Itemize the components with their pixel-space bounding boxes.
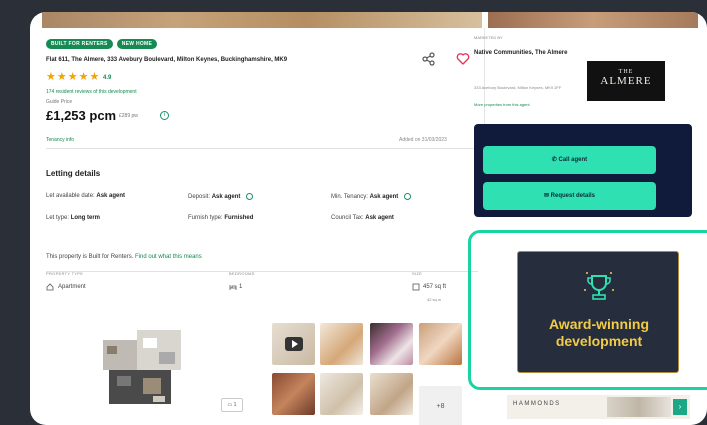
play-icon <box>285 337 303 351</box>
award-line-2: development <box>555 333 643 349</box>
request-details-button[interactable]: ✉ Request details <box>483 182 656 210</box>
ad-arrow-icon[interactable]: › <box>673 399 687 415</box>
built-for-renters-note: This property is Built for Renters. Find… <box>46 254 202 260</box>
agent-address: 333 Avebury Boulevard, Milton Keynes, MK… <box>474 85 562 90</box>
star-icon: ★ <box>89 71 100 83</box>
photo-thumbnail[interactable] <box>272 373 315 415</box>
built-note-text: This property is Built for Renters. <box>46 254 134 260</box>
added-date: Added on 31/03/2023 <box>399 137 447 143</box>
min-tenancy-value: Ask agent <box>369 194 399 201</box>
built-note-link[interactable]: Find out what this means <box>135 254 202 260</box>
divider <box>46 148 478 149</box>
photo-thumbnail[interactable] <box>370 373 413 415</box>
star-icon: ★ <box>78 71 89 83</box>
floorplan-image[interactable] <box>97 330 187 408</box>
floorplan-button[interactable]: ▭ 1 <box>221 398 243 412</box>
trophy-icon <box>584 272 614 300</box>
call-agent-button[interactable]: ✆ Call agent <box>483 146 656 174</box>
call-agent-label: Call agent <box>558 157 588 163</box>
award-banner[interactable]: Award-winning development <box>517 251 679 373</box>
property-address: Flat 611, The Almere, 333 Avebury Boulev… <box>46 57 288 63</box>
size-icon <box>412 283 420 291</box>
photo-thumbnail[interactable] <box>320 373 363 415</box>
photo-thumbnail[interactable] <box>370 323 413 365</box>
contact-box: ✆ Call agent ✉ Request details <box>474 124 692 217</box>
star-icon: ★ <box>56 71 67 83</box>
secondary-photo[interactable] <box>488 12 698 28</box>
marketed-by-label: MARKETED BY <box>474 35 503 40</box>
star-icon: ★ <box>46 71 56 83</box>
price-info-icon[interactable]: i <box>160 111 169 120</box>
tenancy-info-link[interactable]: Tenancy info <box>46 137 74 143</box>
share-icon[interactable] <box>422 52 436 66</box>
council-tax-label: Council Tax: <box>331 215 364 221</box>
property-type-label: PROPERTY TYPE <box>46 271 84 276</box>
furnish-type-label: Furnish type: <box>188 215 223 221</box>
ad-image <box>607 397 671 417</box>
more-properties-link[interactable]: More properties from this agent <box>474 102 530 107</box>
floorplan-icon: ▭ <box>227 402 233 408</box>
award-line-1: Award-winning <box>548 316 650 332</box>
advert-banner[interactable]: HAMMONDS › <box>507 395 690 419</box>
let-type-row: Let type: Long term <box>46 215 100 221</box>
house-icon <box>46 283 54 291</box>
size-value: 457 sq ft <box>423 284 447 290</box>
let-type-label: Let type: <box>46 215 70 221</box>
main-photo[interactable] <box>42 12 482 28</box>
rating-stars: ★ ★ ★ ★ ★ <box>46 72 99 83</box>
floorplan-count: 1 <box>233 402 237 408</box>
star-icon: ★ <box>67 71 78 83</box>
bed-icon <box>229 285 237 290</box>
let-available-row: Let available date: Ask agent <box>46 193 125 199</box>
bedrooms-value: 1 <box>239 284 243 290</box>
request-details-label: Request details <box>550 193 596 199</box>
deposit-info-icon[interactable] <box>246 193 254 200</box>
let-available-value: Ask agent <box>96 193 126 199</box>
property-type-value: Apartment <box>58 284 86 290</box>
size-sub: 42 sq m <box>427 297 442 302</box>
deposit-label: Deposit: <box>188 194 211 201</box>
let-available-label: Let available date: <box>46 193 95 199</box>
agent-logo[interactable]: THE ALMERE <box>587 61 665 101</box>
council-tax-row: Council Tax: Ask agent <box>331 215 394 221</box>
heart-icon[interactable] <box>456 52 470 66</box>
deposit-row: Deposit: Ask agent <box>188 193 254 201</box>
min-tenancy-row: Min. Tenancy: Ask agent <box>331 193 411 200</box>
badge-group: BUILT FOR RENTERS NEW HOME <box>46 39 158 49</box>
let-type-value: Long term <box>70 215 101 221</box>
built-for-renters-badge: BUILT FOR RENTERS <box>46 39 113 49</box>
council-tax-value: Ask agent <box>365 215 394 221</box>
deposit-value: Ask agent <box>211 194 241 201</box>
more-photos-button[interactable]: +8 <box>419 386 462 425</box>
bedrooms-label: BEDROOMS <box>229 271 255 276</box>
reviews-link[interactable]: 174 resident reviews of this development <box>46 89 137 95</box>
ad-brand: HAMMONDS <box>513 401 561 407</box>
size-label: SIZE <box>412 271 423 276</box>
photo-thumbnail[interactable] <box>320 323 363 365</box>
min-tenancy-label: Min. Tenancy: <box>331 194 368 201</box>
furnish-type-value: Furnished <box>224 215 254 221</box>
photo-strip[interactable] <box>30 12 707 28</box>
letting-details-title: Letting details <box>46 169 101 178</box>
furnish-type-row: Furnish type: Furnished <box>188 215 253 221</box>
min-tenancy-info-icon[interactable] <box>403 193 411 200</box>
award-text: Award-winning development <box>518 316 680 350</box>
video-thumbnail[interactable] <box>272 323 315 365</box>
phone-icon: ✆ <box>551 157 557 163</box>
rating-value: 4.9 <box>103 75 112 81</box>
price: £1,253 pcm <box>46 108 117 123</box>
guide-price-label: Guide Price <box>46 99 73 105</box>
photo-thumbnail[interactable] <box>419 323 462 365</box>
mail-icon: ✉ <box>543 193 549 199</box>
agent-name[interactable]: Native Communities, The Almere <box>474 49 589 58</box>
new-home-badge: NEW HOME <box>116 39 158 49</box>
price-per-week: £289 pw <box>119 113 138 119</box>
